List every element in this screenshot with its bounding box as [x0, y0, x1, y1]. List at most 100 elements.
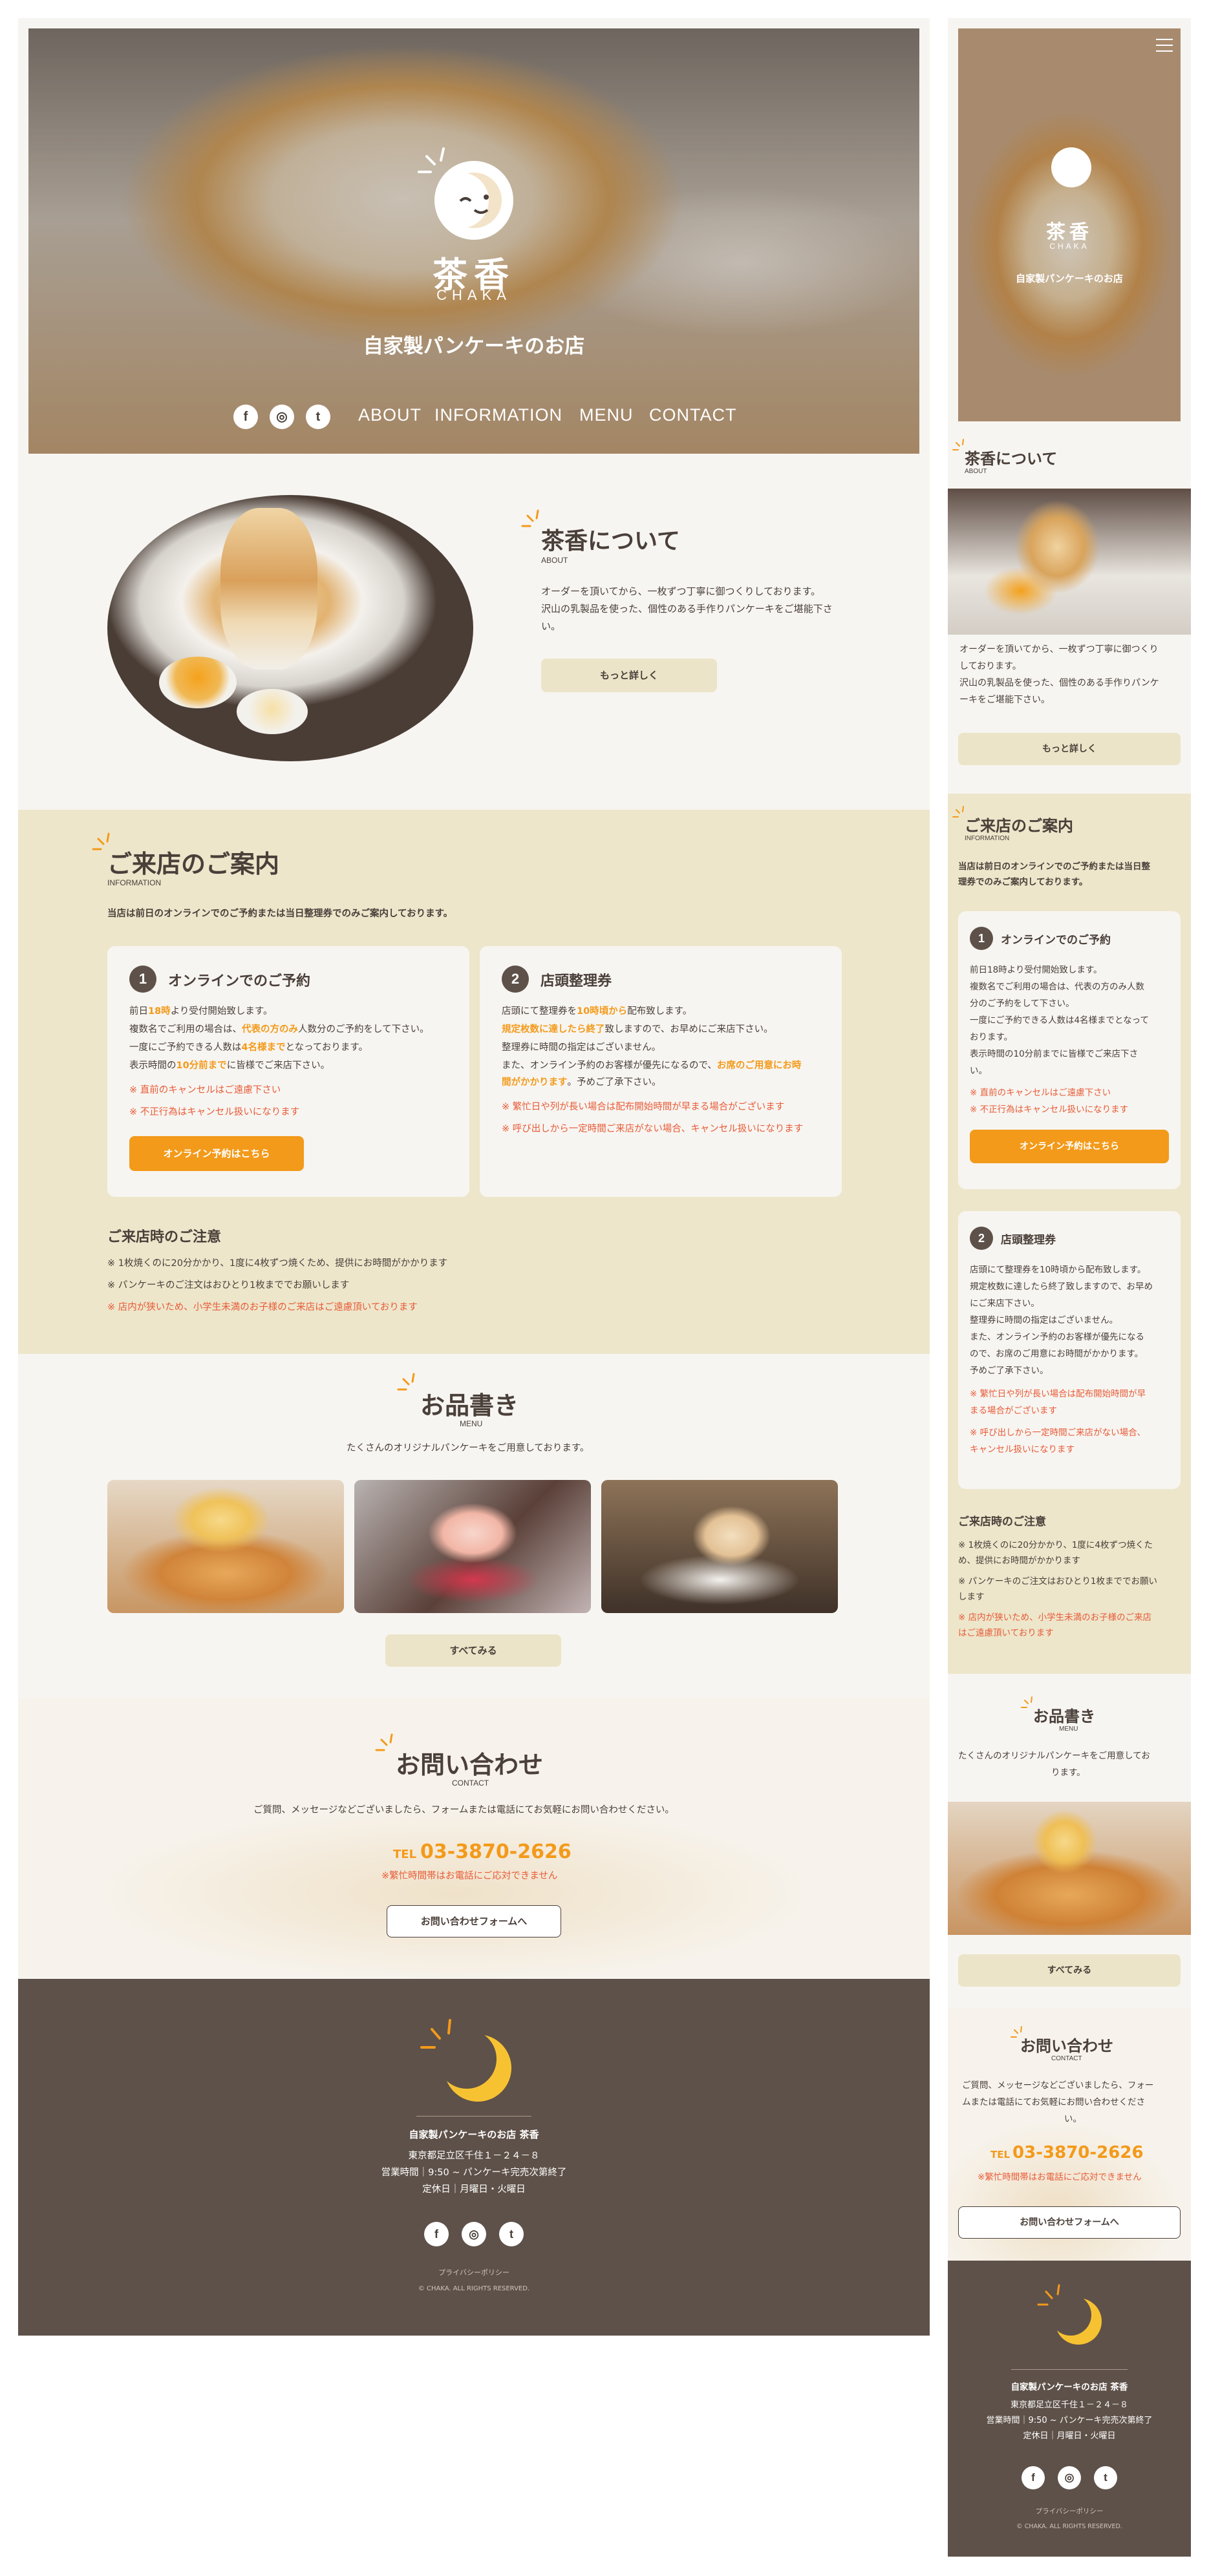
contact-subtitle: CONTACT: [452, 1779, 489, 1788]
tel-label: TEL: [393, 1848, 417, 1861]
info-lead: 理券でのみご案内しております。: [958, 877, 1088, 887]
visit-notes-title: ご来店時のご注意: [107, 1229, 222, 1245]
brand-roman: CHAKA: [1049, 242, 1089, 251]
twitter-icon[interactable]: t: [306, 405, 330, 429]
menu-all-button[interactable]: すべてみる: [958, 1954, 1181, 1987]
menu-photo-caramel[interactable]: [948, 1802, 1191, 1935]
privacy-link[interactable]: プライバシーポリシー: [18, 2267, 930, 2277]
privacy-link[interactable]: プライバシーポリシー: [948, 2506, 1191, 2516]
contact-tel: TEL 03-3870-2626: [990, 2143, 1144, 2162]
footer-address: 東京都足立区千住１－２４－８: [408, 2151, 540, 2161]
card-note: ※ 呼び出しから一定時間ご来店がない場合、: [970, 1428, 1146, 1438]
card-note: ※ 不正行為はキャンセル扱いになります: [970, 1104, 1129, 1115]
tel-note: ※繁忙時間帯はお電話にご応対できません: [978, 2172, 1142, 2182]
twitter-icon[interactable]: t: [1094, 2466, 1117, 2489]
tel-number[interactable]: 03-3870-2626: [1012, 2143, 1144, 2162]
card-note: まる場合がございます: [970, 1406, 1057, 1416]
card-line: 店頭にて整理券を10時頃から配布致します。: [502, 1006, 692, 1017]
contact-tel: TEL 03-3870-2626: [393, 1841, 572, 1863]
card-line: 表示時間の10分前までに皆様でご来店下さい。: [129, 1061, 330, 1071]
card-line: い。: [970, 1066, 987, 1076]
footer-name: 自家製パンケーキのお店 茶香: [1011, 2382, 1128, 2392]
about-more-button[interactable]: もっと詳しく: [541, 659, 717, 692]
card-note: キャンセル扱いになります: [970, 1444, 1075, 1455]
menu-photo-caramel[interactable]: [107, 1480, 344, 1613]
contact-lead: ムまたは電話にてお気軽にお問い合わせくださ: [962, 2097, 1146, 2107]
visit-note: ※ 店内が狭いため、小学生未満のお子様のご来店はご遠慮頂いております: [107, 1302, 418, 1313]
footer-hours: 営業時間｜9:50 ~ パンケーキ完売次第終了: [986, 2416, 1153, 2425]
tel-label: TEL: [990, 2149, 1011, 2160]
about-title: 茶香について: [965, 450, 1058, 468]
footer-divider: [416, 2116, 531, 2117]
about-line-2: 沢山の乳製品を使った、個性のある手作りパンケーキをご堪能下さ: [541, 603, 833, 615]
menu-all-button[interactable]: すべてみる: [385, 1634, 561, 1667]
about-line: オーダーを頂いてから、一枚ずつ丁寧に御つくり: [959, 644, 1159, 655]
footer-divider: [1011, 2369, 1128, 2370]
card-number: 2: [502, 966, 529, 993]
contact-lead: い。: [1064, 2114, 1082, 2124]
sun-rays-icon: [397, 1373, 415, 1391]
contact-lead: ご質問、メッセージなどございましたら、フォー: [962, 2080, 1154, 2091]
mobile-hero-image: 茶香 CHAKA 自家製パンケーキのお店: [958, 28, 1181, 421]
facebook-icon[interactable]: f: [1022, 2466, 1045, 2489]
contact-title: お問い合わせ: [396, 1751, 544, 1779]
instagram-icon[interactable]: ◎: [270, 405, 294, 429]
card-line: 複数名でご利用の場合は、代表の方のみ人数: [970, 982, 1144, 992]
facebook-icon[interactable]: f: [233, 405, 258, 429]
visit-note: します: [958, 1592, 985, 1602]
footer-logo-icon: [420, 2019, 511, 2102]
menu-photo-berry[interactable]: [354, 1480, 591, 1613]
about-more-button[interactable]: もっと詳しく: [958, 733, 1181, 765]
facebook-icon[interactable]: f: [424, 2222, 449, 2246]
instagram-icon[interactable]: ◎: [462, 2222, 486, 2246]
nav-about[interactable]: ABOUT: [358, 405, 422, 425]
online-reserve-button[interactable]: オンライン予約はこちら: [129, 1136, 304, 1171]
card-line: 間がかかります。予めご了承下さい。: [502, 1077, 661, 1088]
footer: 自家製パンケーキのお店 茶香 東京都足立区千住１－２４－８ 営業時間｜9:50 …: [18, 1979, 930, 2336]
card-line: また、オンライン予約のお客様が優先になる: [970, 1332, 1144, 1342]
contact-form-button[interactable]: お問い合わせフォームへ: [387, 1905, 561, 1937]
info-subtitle: INFORMATION: [107, 878, 162, 887]
contact-form-button[interactable]: お問い合わせフォームへ: [958, 2206, 1181, 2239]
about-line: 沢山の乳製品を使った、個性のある手作りパンケ: [959, 678, 1159, 688]
online-reserve-button[interactable]: オンライン予約はこちら: [970, 1130, 1169, 1163]
info-card-online: 1 オンラインでのご予約 前日18時より受付開始致します。 複数名でご利用の場合…: [107, 946, 469, 1197]
about-subtitle: ABOUT: [965, 468, 987, 475]
visit-note: ※ パンケーキのご注文はおひとり1枚まででお願いします: [107, 1280, 350, 1291]
card-title: 店頭整理券: [540, 973, 612, 989]
visit-note: ※ 1枚焼くのに20分かかり、1度に4枚ずつ焼くた: [958, 1540, 1153, 1550]
info-lead: 当店は前日のオンラインでのご予約または当日整: [958, 861, 1150, 872]
card-note: ※ 繁忙日や列が長い場合は配布開始時間が早まる場合がございます: [502, 1102, 785, 1112]
nav-contact[interactable]: CONTACT: [649, 405, 737, 425]
card-line: 一度にご予約できる人数は4名様までとなって: [970, 1015, 1149, 1026]
about-title: 茶香について: [541, 528, 680, 554]
footer-address: 東京都足立区千住１－２４－８: [1010, 2400, 1128, 2410]
card-line: 一度にご予約できる人数は4名様までとなっております。: [129, 1042, 368, 1053]
info-subtitle: INFORMATION: [965, 835, 1010, 842]
visit-notes-title: ご来店時のご注意: [958, 1515, 1046, 1528]
twitter-icon[interactable]: t: [499, 2222, 524, 2246]
menu-photo-souffle[interactable]: [601, 1480, 838, 1613]
card-note: ※ 呼び出しから一定時間ご来店がない場合、キャンセル扱いになります: [502, 1124, 804, 1134]
about-photo: [948, 489, 1191, 635]
nav-information[interactable]: INFORMATION: [434, 405, 562, 425]
nav-menu[interactable]: MENU: [579, 405, 634, 425]
card-line: 分のご予約をして下さい。: [970, 998, 1075, 1009]
mobile-page: 茶香 CHAKA 自家製パンケーキのお店 茶香について ABOUT オーダーを頂…: [948, 18, 1191, 2557]
hamburger-menu-icon[interactable]: [1156, 37, 1173, 53]
hero-tagline: 自家製パンケーキのお店: [1016, 273, 1123, 284]
instagram-icon[interactable]: ◎: [1058, 2466, 1081, 2489]
tel-number[interactable]: 03-3870-2626: [420, 1841, 572, 1863]
sun-rays-icon: [418, 147, 445, 173]
card-note: ※ 不正行為はキャンセル扱いになります: [129, 1107, 300, 1117]
card-note: ※ 直前のキャンセルはご遠慮下さい: [970, 1088, 1111, 1098]
about-line-3: い。: [541, 620, 561, 632]
card-number: 2: [970, 1227, 993, 1250]
footer-closed: 定休日｜月曜日・火曜日: [422, 2184, 526, 2195]
info-title: ご来店のご案内: [107, 850, 280, 878]
menu-subtitle: MENU: [460, 1419, 483, 1428]
card-line: おります。: [970, 1032, 1013, 1042]
info-title: ご来店のご案内: [965, 817, 1073, 835]
footer-closed: 定休日｜月曜日・火曜日: [1023, 2431, 1116, 2441]
card-line: 予めご了承下さい。: [970, 1366, 1049, 1376]
